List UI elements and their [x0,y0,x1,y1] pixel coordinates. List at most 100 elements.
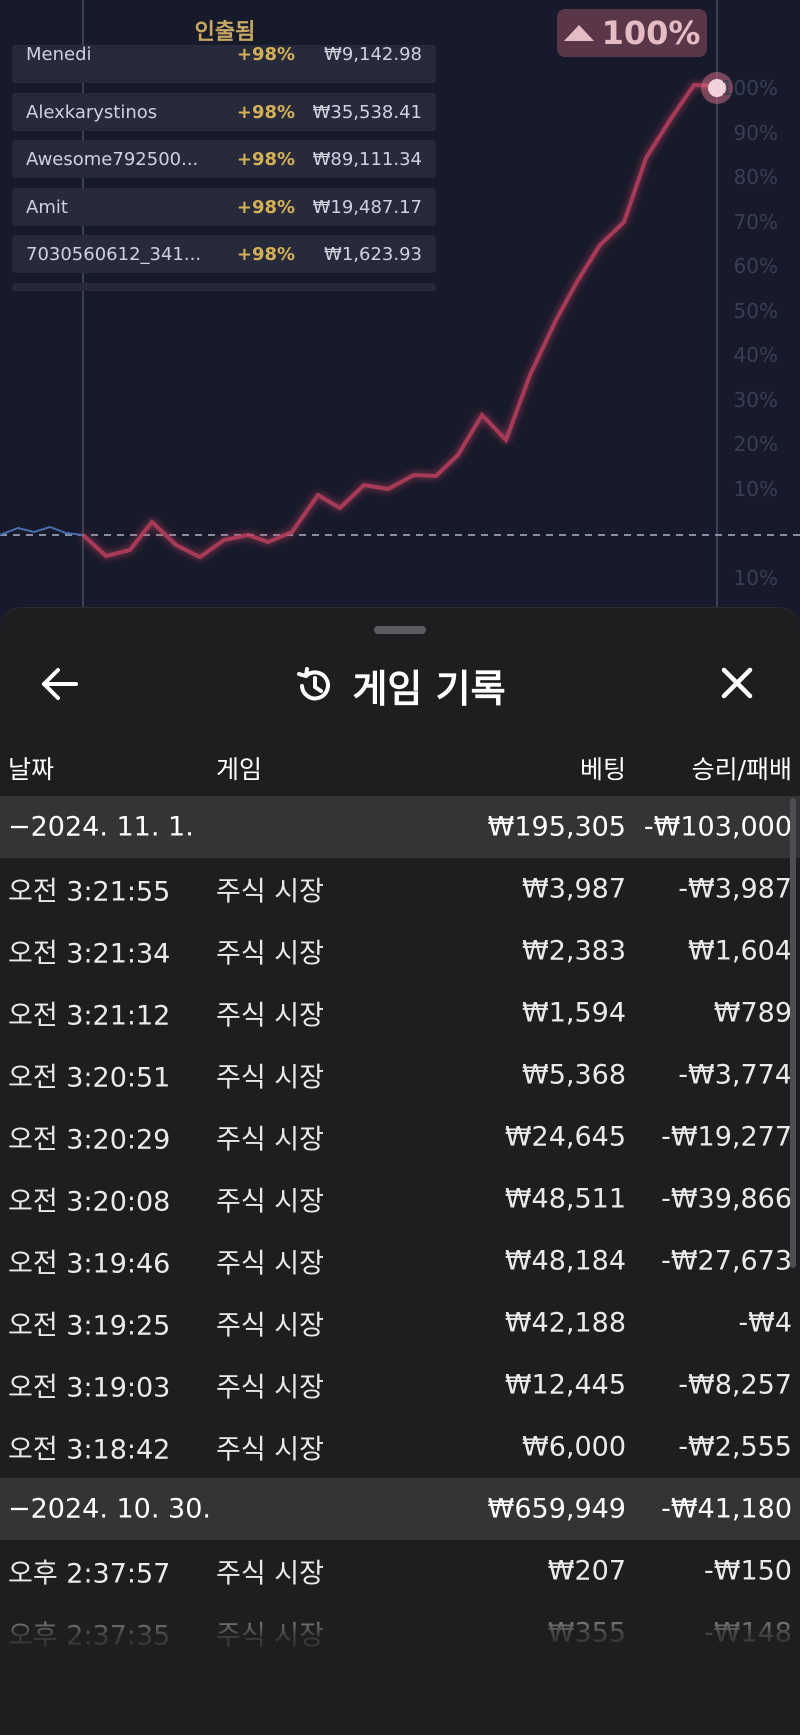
row-result: -₩148 [704,1617,792,1649]
row-game: 주식 시장 [216,1558,324,1590]
player-name: Menedi [26,43,92,65]
row-time: 오전 3:19:46 [8,1248,171,1280]
group-result-total: -₩103,000 [643,811,792,843]
history-list: −2024. 11. 1. ₩195,305 -₩103,000 오전 3:21… [0,796,800,1664]
row-result: -₩27,673 [661,1245,792,1277]
row-game: 주식 시장 [216,938,324,970]
row-game: 주식 시장 [216,1186,324,1218]
group-date: −2024. 10. 30. [8,1493,211,1525]
previous-line [0,525,84,536]
row-result: -₩8,257 [678,1369,792,1401]
row-bet: ₩24,645 [504,1121,626,1153]
row-game: 주식 시장 [216,1124,324,1156]
player-amount: ₩9,142.98 [324,43,422,65]
row-result: -₩4 [738,1307,792,1339]
row-time: 오전 3:20:51 [8,1062,171,1094]
history-row[interactable]: 오전 3:20:29 주식 시장 ₩24,645 -₩19,277 [0,1106,800,1168]
table-header: 날짜 게임 베팅 승리/패배 [0,746,800,790]
row-bet: ₩355 [547,1617,626,1649]
row-result: ₩789 [713,997,792,1029]
row-time: 오후 2:37:57 [8,1558,171,1590]
row-time: 오전 3:21:34 [8,938,171,970]
axis-tick: 20% [733,432,778,456]
player-name: 7030560612_341... [26,243,202,265]
row-bet: ₩5,368 [522,1059,626,1091]
axis-tick: 90% [733,121,778,145]
multiplier-badge: 100% [557,9,707,57]
row-bet: ₩42,188 [504,1307,626,1339]
column-header-bet: 베팅 [579,755,626,784]
row-time: 오전 3:20:08 [8,1186,171,1218]
cashout-list-title: 인출됨 [194,20,256,45]
row-game: 주식 시장 [216,1310,324,1342]
group-bet-total: ₩195,305 [487,811,626,843]
column-header-result: 승리/패배 [691,755,792,784]
row-game: 주식 시장 [216,1434,324,1466]
row-result: -₩19,277 [661,1121,792,1153]
history-row[interactable]: 오전 3:21:12 주식 시장 ₩1,594 ₩789 [0,982,800,1044]
player-amount: ₩1,623.93 [324,243,422,265]
history-row[interactable]: 오전 3:21:55 주식 시장 ₩3,987 -₩3,987 [0,858,800,920]
history-row[interactable]: 오전 3:21:34 주식 시장 ₩2,383 ₩1,604 [0,920,800,982]
row-bet: ₩12,445 [504,1369,626,1401]
row-result: -₩2,555 [678,1431,792,1463]
row-time: 오전 3:18:42 [8,1434,171,1466]
row-time: 오전 3:21:55 [8,876,171,908]
axis-tick: 70% [733,210,778,234]
player-multiplier: +98% [236,148,296,170]
axis-tick: 10% [733,566,778,590]
cashout-row: Awesome792500... +98% ₩89,111.34 [12,140,436,178]
row-time: 오후 2:37:35 [8,1620,171,1652]
cashout-row: 7030560612_341... +98% ₩1,623.93 [12,235,436,273]
player-multiplier: +98% [236,43,296,65]
row-game: 주식 시장 [216,1062,324,1094]
date-group-header[interactable]: −2024. 10. 30. ₩659,949 -₩41,180 [0,1478,800,1540]
row-bet: ₩48,184 [504,1245,626,1277]
history-row[interactable]: 오전 3:20:08 주식 시장 ₩48,511 -₩39,866 [0,1168,800,1230]
group-date: −2024. 11. 1. [8,811,194,843]
player-name: Amit [26,196,68,218]
player-multiplier: +98% [236,101,296,123]
row-bet: ₩3,987 [522,873,626,905]
axis-tick: 30% [733,388,778,412]
row-bet: ₩6,000 [522,1431,626,1463]
drag-handle[interactable] [374,626,426,634]
scrollbar[interactable] [790,798,796,1268]
player-amount: ₩89,111.34 [312,148,422,170]
history-row[interactable]: 오전 3:19:25 주식 시장 ₩42,188 -₩4 [0,1292,800,1354]
player-amount: ₩19,487.17 [312,196,422,218]
row-bet: ₩1,594 [522,997,626,1029]
cashout-row-partial [12,283,436,291]
row-game: 주식 시장 [216,1372,324,1404]
close-button[interactable] [712,660,762,708]
history-row[interactable]: 오전 3:19:46 주식 시장 ₩48,184 -₩27,673 [0,1230,800,1292]
player-name: Awesome792500... [26,148,199,170]
multiplier-value: 100% [601,14,701,52]
row-time: 오전 3:20:29 [8,1124,171,1156]
history-row[interactable]: 오전 3:18:42 주식 시장 ₩6,000 -₩2,555 [0,1416,800,1478]
date-group-header[interactable]: −2024. 11. 1. ₩195,305 -₩103,000 [0,796,800,858]
player-amount: ₩35,538.41 [312,101,422,123]
row-bet: ₩207 [547,1555,626,1587]
history-row[interactable]: 오후 2:37:35 주식 시장 ₩355 -₩148 [0,1602,800,1664]
history-clock-icon [297,666,331,700]
history-row[interactable]: 오후 2:37:57 주식 시장 ₩207 -₩150 [0,1540,800,1602]
axis-tick: 40% [733,343,778,367]
axis-tick: 60% [733,254,778,278]
row-game: 주식 시장 [216,1620,324,1652]
row-result: -₩150 [704,1555,792,1587]
axis-tick: 10% [733,477,778,501]
cashout-row: Amit +98% ₩19,487.17 [12,188,436,226]
sheet-title: 게임 기록 [352,667,506,711]
history-row[interactable]: 오전 3:20:51 주식 시장 ₩5,368 -₩3,774 [0,1044,800,1106]
player-multiplier: +98% [236,196,296,218]
row-time: 오전 3:19:25 [8,1310,171,1342]
group-result-total: -₩41,180 [661,1493,792,1525]
sheet-title-group: 게임 기록 [0,658,800,713]
column-header-game: 게임 [216,755,263,784]
axis-tick: 80% [733,165,778,189]
axis-tick: 50% [733,299,778,323]
history-row[interactable]: 오전 3:19:03 주식 시장 ₩12,445 -₩8,257 [0,1354,800,1416]
row-bet: ₩48,511 [504,1183,626,1215]
row-bet: ₩2,383 [522,935,626,967]
